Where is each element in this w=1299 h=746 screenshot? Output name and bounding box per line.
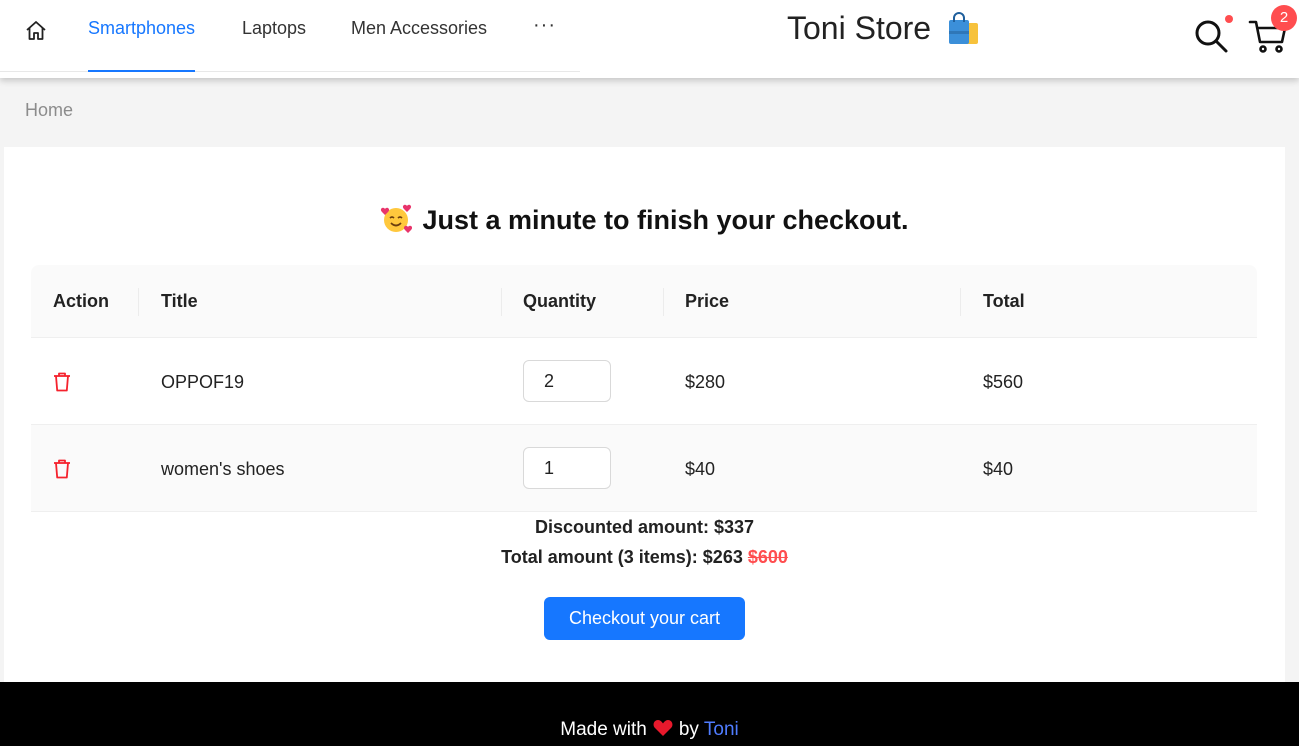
home-icon[interactable] xyxy=(24,19,48,43)
quantity-input[interactable] xyxy=(523,360,611,402)
item-title: OPPOF19 xyxy=(161,372,245,392)
checkout-button[interactable]: Checkout your cart xyxy=(544,597,745,640)
item-price: $40 xyxy=(685,459,716,479)
smiling-face-with-hearts-icon xyxy=(381,204,413,233)
footer: Made with by Toni xyxy=(0,682,1299,746)
discount-summary: Discounted amount: $337 xyxy=(4,517,1285,538)
column-divider xyxy=(138,288,139,316)
cart-table: Action Title Quantity Price Total OPPOF1… xyxy=(31,265,1257,512)
nav-item-laptops[interactable]: Laptops xyxy=(242,18,306,39)
column-header-price: Price xyxy=(685,291,730,311)
column-header-quantity: Quantity xyxy=(523,291,597,311)
column-divider xyxy=(663,288,664,316)
item-price: $280 xyxy=(685,372,726,392)
checkout-panel: Just a minute to finish your checkout. A… xyxy=(4,147,1285,682)
checkout-heading-text: Just a minute to finish your checkout. xyxy=(422,205,909,235)
item-total: $40 xyxy=(983,459,1014,479)
column-divider xyxy=(501,288,502,316)
cart-count-badge: 2 xyxy=(1271,5,1297,31)
quantity-input[interactable] xyxy=(523,447,611,489)
column-header-total: Total xyxy=(983,291,1025,311)
trash-icon[interactable] xyxy=(53,372,71,392)
discount-label: Discounted amount: xyxy=(534,517,709,537)
column-divider xyxy=(960,288,961,316)
search-notification-dot xyxy=(1225,15,1233,23)
store-title: Toni Store xyxy=(787,10,932,46)
nav-more-button[interactable]: ··· xyxy=(533,14,556,37)
footer-author-link[interactable]: Toni xyxy=(704,719,739,740)
column-header-action: Action xyxy=(53,291,109,311)
nav-item-smartphones[interactable]: Smartphones xyxy=(88,18,196,72)
total-summary: Total amount (3 items): $263 $600 xyxy=(4,547,1285,568)
item-total: $560 xyxy=(983,372,1024,392)
item-title: women's shoes xyxy=(161,459,285,479)
table-row: women's shoes $40 $40 xyxy=(31,425,1257,512)
table-header: Action Title Quantity Price Total xyxy=(31,265,1257,338)
nav-item-men-accessories[interactable]: Men Accessories xyxy=(351,18,487,39)
brand[interactable]: Toni Store xyxy=(787,10,981,47)
search-icon[interactable] xyxy=(1193,16,1229,56)
top-header: Smartphones Laptops Men Accessories ··· … xyxy=(0,0,1299,78)
total-label: Total amount (3 items): xyxy=(501,547,698,567)
checkout-heading: Just a minute to finish your checkout. xyxy=(4,204,1285,236)
shopping-bag-icon xyxy=(949,11,979,44)
footer-made-with: Made with xyxy=(560,719,647,740)
total-value: $263 xyxy=(702,547,743,567)
column-header-title: Title xyxy=(161,291,198,311)
discount-value: $337 xyxy=(713,517,755,537)
table-row: OPPOF19 $280 $560 xyxy=(31,338,1257,425)
main-nav: Smartphones Laptops Men Accessories ··· xyxy=(0,0,580,72)
footer-by: by xyxy=(678,719,699,740)
breadcrumb-home[interactable]: Home xyxy=(25,100,73,121)
original-total: $600 xyxy=(747,547,788,567)
trash-icon[interactable] xyxy=(53,459,71,479)
heart-icon xyxy=(653,719,673,736)
